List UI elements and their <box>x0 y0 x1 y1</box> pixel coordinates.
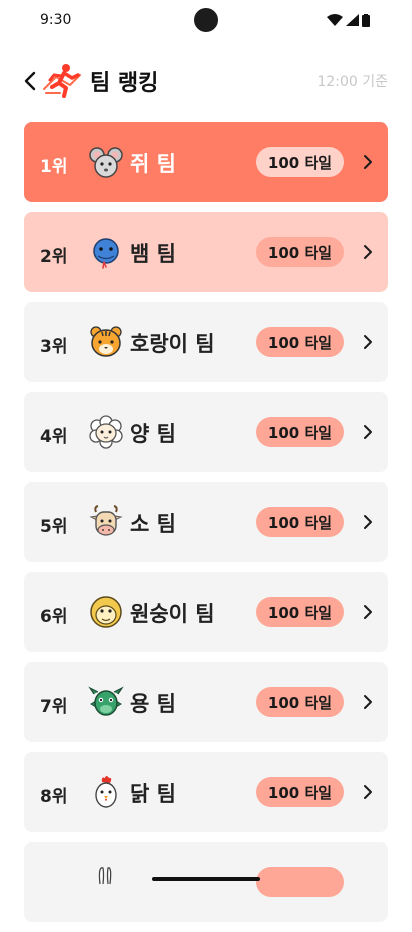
chevron-left-icon <box>24 71 36 91</box>
tile-count-badge: 100 타일 <box>256 687 344 717</box>
status-bar: 9:30 <box>0 0 412 42</box>
status-time: 9:30 <box>40 12 72 28</box>
team-card-sheep[interactable]: 4위 양 팀 100 타일 <box>24 392 388 472</box>
signal-icon <box>346 14 359 26</box>
team-name: 양 팀 <box>130 422 176 446</box>
sheep-icon <box>89 415 123 449</box>
home-indicator[interactable] <box>152 877 260 881</box>
rank-label: 4위 <box>40 427 68 447</box>
tile-count-badge: 100 타일 <box>256 237 344 267</box>
team-name: 닭 팀 <box>130 782 176 806</box>
cow-icon <box>89 505 123 536</box>
rank-label: 7위 <box>40 697 68 717</box>
tile-count-badge: 100 타일 <box>256 327 344 357</box>
tile-count-badge: 100 타일 <box>256 417 344 447</box>
tile-count-badge-partial <box>256 867 344 897</box>
team-name: 호랑이 팀 <box>130 332 215 356</box>
header: 팀 랭킹 12:00 기준 <box>0 56 412 106</box>
chevron-right-icon <box>364 335 372 349</box>
team-card-rooster[interactable]: 8위 닭 팀 100 타일 <box>24 752 388 832</box>
snake-icon <box>93 238 119 269</box>
running-man-logo-icon <box>43 64 81 98</box>
team-ranking-list: 1위 쥐 팀 100 타일 2위 뱀 팀 100 타일 3위 호랑이 팀 100… <box>24 122 388 932</box>
rooster-icon <box>95 776 117 808</box>
rank-label: 1위 <box>40 157 68 177</box>
team-name: 용 팀 <box>130 692 176 716</box>
team-name: 뱀 팀 <box>130 242 176 266</box>
rank-label: 8위 <box>40 787 68 807</box>
team-card-cow[interactable]: 5위 소 팀 100 타일 <box>24 482 388 562</box>
rank-label: 6위 <box>40 607 68 627</box>
rank-label: 2위 <box>40 247 68 267</box>
chevron-right-icon <box>364 695 372 709</box>
status-icons <box>327 13 370 27</box>
chevron-right-icon <box>364 245 372 259</box>
tile-count-badge: 100 타일 <box>256 597 344 627</box>
dragon-icon <box>88 686 124 716</box>
rank-label: 5위 <box>40 517 68 537</box>
tile-count-badge: 100 타일 <box>256 147 344 177</box>
chevron-right-icon <box>364 155 372 169</box>
rank-label: 3위 <box>40 337 68 357</box>
team-card-dragon[interactable]: 7위 용 팀 100 타일 <box>24 662 388 742</box>
team-card-tiger[interactable]: 3위 호랑이 팀 100 타일 <box>24 302 388 382</box>
team-card-mouse[interactable]: 1위 쥐 팀 100 타일 <box>24 122 388 202</box>
battery-icon <box>362 13 370 27</box>
chevron-right-icon <box>364 515 372 529</box>
chevron-right-icon <box>364 785 372 799</box>
team-card-monkey[interactable]: 6위 원숭이 팀 100 타일 <box>24 572 388 652</box>
team-name: 원숭이 팀 <box>130 602 215 626</box>
tiger-icon <box>90 326 122 357</box>
monkey-icon <box>90 596 122 628</box>
mouse-icon <box>89 147 123 178</box>
wifi-icon <box>327 14 343 26</box>
camera-cutout <box>194 8 218 32</box>
team-name: 소 팀 <box>130 512 176 536</box>
chevron-right-icon <box>364 605 372 619</box>
page-title: 팀 랭킹 <box>90 71 159 96</box>
team-name: 쥐 팀 <box>130 152 176 176</box>
back-button[interactable] <box>18 67 42 95</box>
tile-count-badge: 100 타일 <box>256 777 344 807</box>
team-card-partial[interactable] <box>24 842 388 922</box>
tile-count-badge: 100 타일 <box>256 507 344 537</box>
rabbit-ears-icon <box>98 867 112 885</box>
ranking-time-basis: 12:00 기준 <box>317 74 388 90</box>
team-card-snake[interactable]: 2위 뱀 팀 100 타일 <box>24 212 388 292</box>
chevron-right-icon <box>364 425 372 439</box>
